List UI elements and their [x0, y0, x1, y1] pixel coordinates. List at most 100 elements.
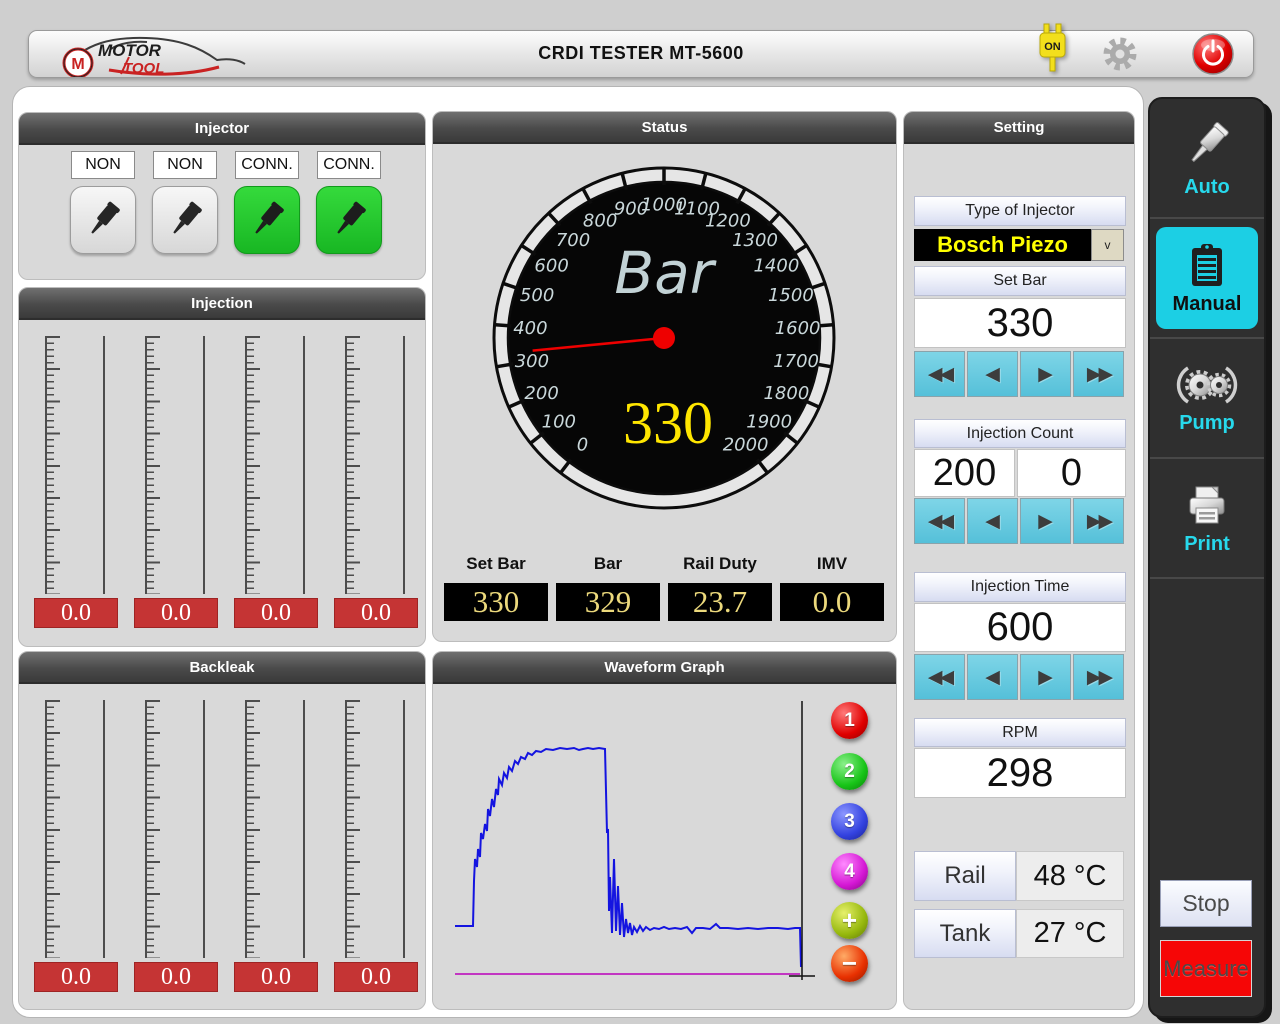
injector1-button[interactable]	[70, 186, 136, 254]
readout-label: Rail Duty	[668, 554, 772, 574]
step-back-icon: ◀	[985, 363, 1000, 386]
plug-state-label: ON	[1044, 41, 1061, 53]
backleak-panel: Backleak 0.0 0.0 0.0 0.0	[18, 651, 426, 1010]
title-bar: M MOTOR TOOL CRDI TESTER MT-5600 ON	[28, 30, 1254, 78]
gauge-needle-hub	[653, 327, 675, 349]
injection-count-decrease-button[interactable]: ◀	[967, 498, 1018, 544]
injector-type-label: Type of Injector	[914, 196, 1126, 226]
rpm-value: 298	[914, 748, 1126, 798]
readout-value: 0.0	[780, 583, 884, 621]
injection-time-decrease-button[interactable]: ◀	[967, 654, 1018, 700]
sidebar-item-print[interactable]: Print	[1150, 459, 1264, 579]
injection-count-steppers: ◀◀ ◀ ▶ ▶▶	[914, 498, 1124, 544]
channel-4-button[interactable]: 4	[831, 853, 868, 890]
backleak-gauge-1: 0.0	[34, 700, 118, 992]
scale-ruler	[345, 700, 360, 958]
set-bar-label: Set Bar	[914, 266, 1126, 296]
injection-time-steppers: ◀◀ ◀ ▶ ▶▶	[914, 654, 1124, 700]
set-bar-fast-forward-button[interactable]: ▶▶	[1073, 351, 1124, 397]
step-back-icon: ◀	[985, 666, 1000, 689]
waveform-panel-title: Waveform Graph	[433, 652, 896, 684]
svg-text:1700: 1700	[773, 351, 819, 372]
sidebar-item-auto[interactable]: Auto	[1150, 99, 1264, 219]
sidebar-item-pump[interactable]: Pump	[1150, 339, 1264, 459]
svg-text:800: 800	[583, 211, 617, 232]
set-bar-steppers: ◀◀ ◀ ▶ ▶▶	[914, 351, 1124, 397]
tank-temp-label: Tank	[914, 909, 1016, 958]
step-back-icon: ◀	[985, 510, 1000, 533]
injection-gauge-1: 0.0	[34, 336, 118, 628]
readout-bar: Bar 329	[556, 554, 660, 621]
sidebar-item-label: Print	[1184, 533, 1230, 556]
svg-text:1200: 1200	[705, 211, 751, 232]
power-button[interactable]	[1191, 32, 1235, 76]
scale-ruler	[345, 336, 360, 594]
readout-label: Bar	[556, 554, 660, 574]
rewind-icon: ◀◀	[928, 363, 951, 386]
svg-text:0: 0	[577, 435, 588, 456]
channel-1-button[interactable]: 1	[831, 702, 868, 739]
scale-track	[303, 700, 305, 958]
set-bar-rewind-button[interactable]: ◀◀	[914, 351, 965, 397]
injection-time-fast-forward-button[interactable]: ▶▶	[1073, 654, 1124, 700]
scale-ruler	[145, 700, 160, 958]
zoom-in-button[interactable]: +	[831, 902, 868, 939]
backleak-gauge-4: 0.0	[334, 700, 418, 992]
scale-ruler	[45, 336, 60, 594]
channel-2-button[interactable]: 2	[831, 753, 868, 790]
injector4-button[interactable]	[316, 186, 382, 254]
injector2-status: NON	[153, 151, 217, 179]
stop-button[interactable]: Stop	[1160, 880, 1252, 927]
setting-panel-title: Setting	[904, 112, 1134, 144]
svg-text:1600: 1600	[775, 318, 821, 339]
rpm-label: RPM	[914, 718, 1126, 747]
sidebar-item-label: Manual	[1173, 293, 1242, 316]
print-printer-icon	[1183, 481, 1231, 529]
readout-label: IMV	[780, 554, 884, 574]
svg-text:500: 500	[520, 285, 554, 306]
injection-gauge-3: 0.0	[234, 336, 318, 628]
svg-text:1900: 1900	[746, 411, 792, 432]
injector-type-dropdown[interactable]: Bosch Piezo v	[914, 229, 1124, 261]
waveform-trace	[455, 748, 801, 967]
scale-track	[203, 336, 205, 594]
injection-time-increase-button[interactable]: ▶	[1020, 654, 1071, 700]
injection-panel: Injection 0.0 0.0 0.0 0.0	[18, 287, 426, 647]
scale-ruler	[45, 700, 60, 958]
readout-imv: IMV 0.0	[780, 554, 884, 621]
injection-value-3: 0.0	[234, 598, 318, 628]
svg-text:700: 700	[556, 230, 590, 251]
backleak-value-1: 0.0	[34, 962, 118, 992]
settings-gear-icon[interactable]	[1101, 35, 1139, 73]
readout-rail-duty: Rail Duty 23.7	[668, 554, 772, 621]
svg-text:1400: 1400	[753, 255, 799, 276]
injection-count-increase-button[interactable]: ▶	[1020, 498, 1071, 544]
zoom-out-button[interactable]: −	[831, 945, 868, 982]
set-bar-decrease-button[interactable]: ◀	[967, 351, 1018, 397]
step-forward-icon: ▶	[1038, 666, 1053, 689]
injection-time-rewind-button[interactable]: ◀◀	[914, 654, 965, 700]
tank-temp-value: 27 °C	[1016, 909, 1124, 958]
injection-gauge-2: 0.0	[134, 336, 218, 628]
dropdown-expander-button[interactable]: v	[1091, 229, 1124, 261]
setting-panel: Setting Type of Injector Bosch Piezo v S…	[903, 111, 1135, 1010]
injection-count-fast-forward-button[interactable]: ▶▶	[1073, 498, 1124, 544]
svg-text:200: 200	[524, 383, 558, 404]
svg-text:400: 400	[513, 318, 547, 339]
readout-label: Set Bar	[444, 554, 548, 574]
svg-text:1500: 1500	[768, 285, 814, 306]
scale-track	[403, 336, 405, 594]
injection-count-rewind-button[interactable]: ◀◀	[914, 498, 965, 544]
sidebar-item-manual[interactable]: Manual	[1150, 219, 1264, 339]
set-bar-increase-button[interactable]: ▶	[1020, 351, 1071, 397]
scale-ruler	[245, 700, 260, 958]
connection-plug-icon[interactable]: ON	[1036, 22, 1070, 84]
measure-button[interactable]: Measure	[1160, 940, 1252, 997]
injector3-button[interactable]	[234, 186, 300, 254]
injector2-button[interactable]	[152, 186, 218, 254]
injection-count-set: 200	[914, 449, 1015, 497]
scale-track	[103, 700, 105, 958]
channel-3-button[interactable]: 3	[831, 803, 868, 840]
svg-text:600: 600	[534, 255, 568, 276]
scale-track	[203, 700, 205, 958]
